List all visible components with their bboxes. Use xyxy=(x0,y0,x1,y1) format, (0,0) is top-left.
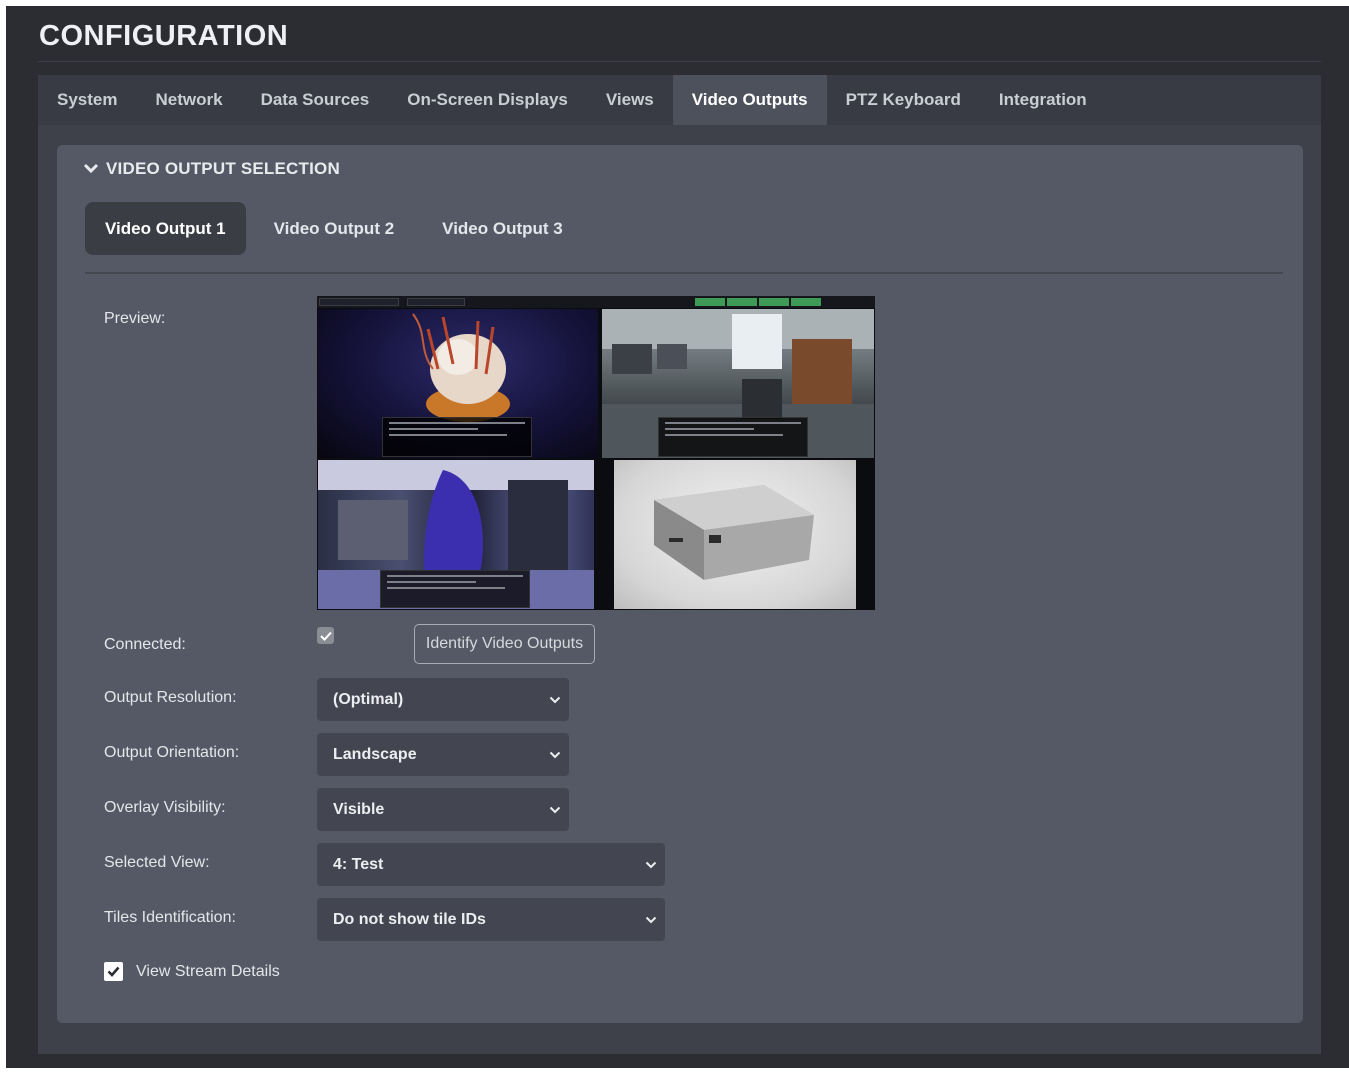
tab-integration[interactable]: Integration xyxy=(980,75,1106,125)
app-frame: CONFIGURATION System Network Data Source… xyxy=(6,6,1349,1068)
output-orientation-label: Output Orientation: xyxy=(104,744,240,761)
tab-video-output-2[interactable]: Video Output 2 xyxy=(254,202,415,255)
preview-view-field xyxy=(319,298,399,306)
selected-view-label: Selected View: xyxy=(104,854,210,871)
preview-tile-office xyxy=(602,309,874,458)
tiles-identification-label: Tiles Identification: xyxy=(104,909,236,926)
stream-details-overlay xyxy=(380,570,530,608)
preview-level-meter xyxy=(791,298,821,306)
tab-video-outputs[interactable]: Video Outputs xyxy=(672,75,827,125)
output-resolution-select[interactable]: (Optimal) xyxy=(317,678,569,721)
stream-details-overlay xyxy=(382,417,532,457)
preview-tile-jellyfish xyxy=(318,309,598,458)
video-output-preview xyxy=(317,296,875,610)
overlay-visibility-value: Visible xyxy=(333,800,385,818)
title-divider xyxy=(38,61,1321,62)
tab-video-output-3[interactable]: Video Output 3 xyxy=(422,202,583,255)
preview-label: Preview: xyxy=(104,310,166,327)
stream-details-overlay xyxy=(658,417,808,457)
preview-toolbar xyxy=(317,296,875,308)
tiles-identification-select[interactable]: Do not show tile IDs xyxy=(317,898,665,941)
section-title: VIDEO OUTPUT SELECTION xyxy=(106,159,340,178)
selected-view-value: 4: Test xyxy=(333,855,384,873)
checkmark-icon xyxy=(319,631,332,641)
tab-network[interactable]: Network xyxy=(136,75,241,125)
chevron-down-icon xyxy=(549,806,561,813)
view-stream-details-label[interactable]: View Stream Details xyxy=(136,963,280,981)
connected-checkbox xyxy=(317,627,334,644)
output-resolution-value: (Optimal) xyxy=(333,690,404,708)
page-title: CONFIGURATION xyxy=(39,20,289,52)
tab-system[interactable]: System xyxy=(38,75,136,125)
preview-level-meter xyxy=(759,298,789,306)
preview-level-meter xyxy=(727,298,757,306)
tab-views[interactable]: Views xyxy=(587,75,673,125)
output-orientation-value: Landscape xyxy=(333,745,417,763)
chevron-down-icon xyxy=(549,696,561,703)
video-output-selection-panel: VIDEO OUTPUT SELECTION Video Output 1 Vi… xyxy=(57,145,1303,1023)
selected-view-select[interactable]: 4: Test xyxy=(317,843,665,886)
overlay-visibility-label: Overlay Visibility: xyxy=(104,799,226,816)
preview-tile-lab xyxy=(318,460,594,609)
chevron-down-icon xyxy=(645,916,657,923)
output-resolution-label: Output Resolution: xyxy=(104,689,237,706)
video-output-tabs: Video Output 1 Video Output 2 Video Outp… xyxy=(85,202,583,255)
overlay-visibility-select[interactable]: Visible xyxy=(317,788,569,831)
chevron-down-icon xyxy=(83,163,99,174)
preview-config-field xyxy=(407,298,465,306)
section-header[interactable]: VIDEO OUTPUT SELECTION xyxy=(83,159,340,179)
tab-data-sources[interactable]: Data Sources xyxy=(242,75,389,125)
tab-on-screen-displays[interactable]: On-Screen Displays xyxy=(388,75,587,125)
main-tabs: System Network Data Sources On-Screen Di… xyxy=(38,75,1321,125)
checkmark-icon xyxy=(107,966,120,977)
connected-label: Connected: xyxy=(104,636,186,653)
tiles-identification-value: Do not show tile IDs xyxy=(333,910,486,928)
preview-level-meter xyxy=(695,298,725,306)
view-stream-details-checkbox[interactable] xyxy=(104,962,123,981)
chevron-down-icon xyxy=(645,861,657,868)
encoder-device-image xyxy=(654,485,814,580)
subtabs-divider xyxy=(85,272,1283,274)
output-orientation-select[interactable]: Landscape xyxy=(317,733,569,776)
identify-video-outputs-button[interactable]: Identify Video Outputs xyxy=(414,624,595,664)
tab-video-output-1[interactable]: Video Output 1 xyxy=(85,202,246,255)
chevron-down-icon xyxy=(549,751,561,758)
tab-ptz-keyboard[interactable]: PTZ Keyboard xyxy=(827,75,980,125)
preview-tile-device xyxy=(614,460,856,609)
